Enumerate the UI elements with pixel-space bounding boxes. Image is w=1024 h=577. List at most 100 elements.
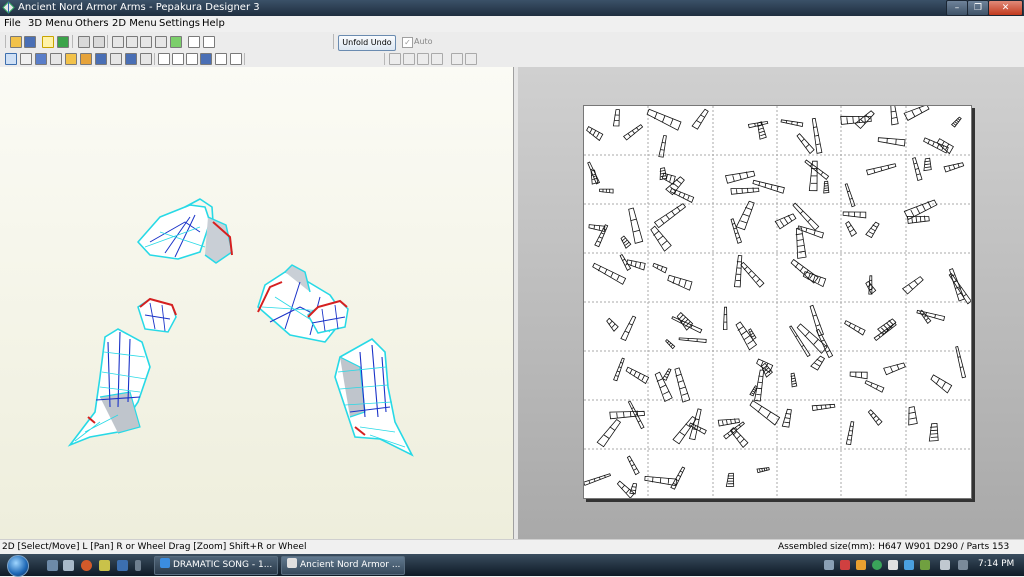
tray-volume-icon[interactable] (940, 560, 950, 570)
menu-settings[interactable]: Settings (159, 18, 200, 29)
auto-checkbox[interactable]: ✓ (402, 37, 413, 48)
pattern-fold-line (744, 336, 750, 340)
taskbar-button-pepakura[interactable]: Ancient Nord Armor ... (281, 556, 405, 575)
3d-view-pane[interactable] (0, 67, 514, 539)
number-icon[interactable] (186, 53, 198, 65)
align-icon[interactable] (230, 53, 242, 65)
pattern-fold-line (621, 485, 624, 489)
pattern-fold-line (916, 217, 917, 223)
pattern-fold-line (666, 374, 669, 375)
pattern-fold-line (758, 128, 763, 130)
menu-help[interactable]: Help (202, 18, 225, 29)
face-icon[interactable] (95, 53, 107, 65)
align-left-icon[interactable] (389, 53, 401, 65)
pattern-fold-line (628, 134, 630, 137)
rotate-part-icon[interactable] (125, 53, 137, 65)
show-desktop-icon[interactable] (47, 560, 58, 571)
menu-2d[interactable]: 2D Menu (112, 18, 157, 29)
select-icon[interactable] (5, 53, 17, 65)
tray-icon[interactable] (888, 560, 898, 570)
pattern-fold-line (666, 215, 669, 219)
align-icon[interactable] (215, 53, 227, 65)
align-top-icon[interactable] (431, 53, 443, 65)
texture-icon[interactable] (57, 36, 69, 48)
pattern-fold-line (680, 432, 685, 435)
pattern-fold-line (800, 211, 803, 214)
move-icon[interactable] (110, 53, 122, 65)
close-button[interactable]: ✕ (988, 0, 1023, 16)
join-edge-icon[interactable] (65, 53, 77, 65)
quick-launch-icon[interactable] (117, 560, 128, 571)
grid-icon[interactable] (200, 53, 212, 65)
pattern-fold-line (810, 164, 812, 167)
3d-model-view[interactable] (0, 67, 513, 539)
tray-icon[interactable] (904, 560, 914, 570)
pattern-fold-line (737, 189, 738, 194)
light-icon[interactable] (42, 36, 54, 48)
anchor-icon[interactable] (140, 36, 152, 48)
media-player-icon[interactable] (81, 560, 92, 571)
pattern-part (866, 281, 876, 294)
pattern-fold-line (821, 340, 824, 342)
pattern-part (791, 373, 797, 387)
pattern-fold-line (955, 122, 958, 124)
tray-network-icon[interactable] (824, 560, 834, 570)
pattern-fold-line (635, 262, 636, 267)
cut-icon[interactable] (50, 53, 62, 65)
view-icon[interactable] (203, 36, 215, 48)
menu-file[interactable]: File (4, 18, 21, 29)
save-icon[interactable] (24, 36, 36, 48)
taskbar-clock: 7:14 PM (978, 559, 1014, 569)
pattern-fold-line (964, 294, 967, 296)
join-icon[interactable] (155, 36, 167, 48)
pattern-fold-line (684, 280, 686, 287)
window-title: Ancient Nord Armor Arms - Pepakura Desig… (18, 2, 260, 13)
zoom-icon[interactable] (140, 53, 152, 65)
layout-icon[interactable] (158, 53, 170, 65)
quick-launch-icon[interactable] (63, 560, 74, 571)
tray-icon[interactable] (840, 560, 850, 570)
view-icon[interactable] (188, 36, 200, 48)
undo-2d-icon[interactable] (451, 53, 463, 65)
pattern-fold-line (871, 413, 874, 416)
print-icon[interactable] (126, 36, 138, 48)
pattern-fold-line (762, 469, 763, 472)
start-button[interactable] (7, 555, 29, 577)
quick-launch-icon[interactable] (99, 560, 110, 571)
minimize-button[interactable]: – (946, 0, 968, 16)
tray-icon[interactable] (920, 560, 930, 570)
pointer-icon[interactable] (20, 53, 32, 65)
taskbar-button-browser[interactable]: DRAMATIC SONG - 1... (154, 556, 278, 575)
pattern-fold-line (931, 434, 938, 435)
edit-icon[interactable] (172, 53, 184, 65)
pattern-fold-line (740, 221, 747, 223)
tray-icon[interactable] (856, 560, 866, 570)
menu-others[interactable]: Others (75, 18, 109, 29)
maximize-button[interactable]: ❐ (967, 0, 989, 16)
redo-2d-icon[interactable] (465, 53, 477, 65)
unfold-undo-button[interactable]: Unfold Undo (338, 35, 396, 51)
menu-3d[interactable]: 3D Menu (28, 18, 73, 29)
align-center-icon[interactable] (403, 53, 415, 65)
pattern-fold-line (861, 120, 865, 124)
pattern-part (797, 324, 827, 353)
check-icon[interactable] (170, 36, 182, 48)
tray-icon[interactable] (958, 560, 968, 570)
pencil-icon[interactable] (112, 36, 124, 48)
fold-icon[interactable] (35, 53, 47, 65)
align-right-icon[interactable] (417, 53, 429, 65)
pattern-fold-line (668, 478, 669, 483)
tray-icon[interactable] (872, 560, 882, 570)
flap-icon[interactable] (80, 53, 92, 65)
2d-pattern-pane[interactable] (518, 67, 1024, 539)
quick-launch-icon[interactable] (135, 560, 141, 571)
pattern-part (659, 136, 667, 158)
open-icon[interactable] (10, 36, 22, 48)
pattern-fold-line (859, 116, 860, 123)
pattern-fold-line (609, 321, 612, 325)
pattern-part (613, 110, 619, 126)
rotate-icon[interactable] (78, 36, 90, 48)
pattern-fold-line (850, 198, 852, 199)
pattern-fold-line (816, 325, 820, 326)
undo-icon[interactable] (93, 36, 105, 48)
